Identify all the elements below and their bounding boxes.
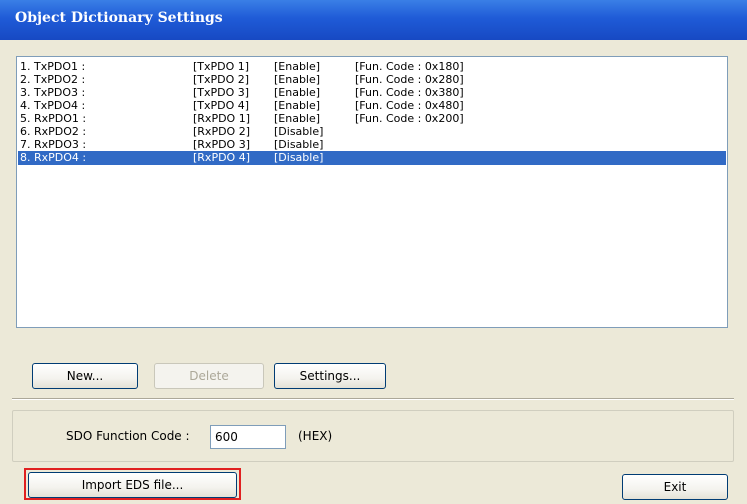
object-dictionary-settings-window: Object Dictionary Settings 1. TxPDO1 : […	[0, 0, 747, 504]
list-item-selected[interactable]: 8. RxPDO4 : [RxPDO 4] [Disable]	[18, 151, 726, 165]
pdo-entry-type: [TxPDO 2]	[193, 73, 250, 86]
pdo-entry-state: [Disable]	[274, 138, 324, 151]
list-item[interactable]: 7. RxPDO3 : [RxPDO 3] [Disable]	[18, 138, 726, 152]
pdo-entry-code: [Fun. Code : 0x380]	[355, 86, 464, 99]
list-item[interactable]: 3. TxPDO3 : [TxPDO 3] [Enable] [Fun. Cod…	[18, 86, 726, 100]
window-title: Object Dictionary Settings	[15, 10, 223, 26]
pdo-entry-name: 5. RxPDO1 :	[20, 112, 87, 125]
pdo-entry-name: 6. RxPDO2 :	[20, 125, 87, 138]
list-item[interactable]: 1. TxPDO1 : [TxPDO 1] [Enable] [Fun. Cod…	[18, 60, 726, 74]
pdo-entry-name: 3. TxPDO3 :	[20, 86, 86, 99]
title-bar[interactable]: Object Dictionary Settings	[0, 0, 747, 40]
pdo-entry-type: [RxPDO 3]	[193, 138, 250, 151]
pdo-entry-type: [RxPDO 1]	[193, 112, 250, 125]
pdo-entry-name: 4. TxPDO4 :	[20, 99, 86, 112]
delete-button[interactable]: Delete	[154, 363, 264, 389]
pdo-entry-state: [Enable]	[274, 73, 321, 86]
sdo-function-code-input[interactable]	[210, 425, 286, 449]
pdo-entry-state: [Disable]	[274, 125, 324, 138]
pdo-entry-state: [Enable]	[274, 112, 321, 125]
pdo-entry-state: [Enable]	[274, 60, 321, 73]
sdo-hex-unit-label: (HEX)	[298, 429, 333, 443]
pdo-entry-name: 2. TxPDO2 :	[20, 73, 86, 86]
exit-button[interactable]: Exit	[622, 474, 728, 500]
pdo-entry-state: [Disable]	[274, 151, 324, 164]
settings-button[interactable]: Settings...	[274, 363, 386, 389]
pdo-entry-state: [Enable]	[274, 99, 321, 112]
sdo-function-code-label: SDO Function Code :	[66, 429, 190, 443]
pdo-entry-code: [Fun. Code : 0x280]	[355, 73, 464, 86]
pdo-entry-name: 1. TxPDO1 :	[20, 60, 86, 73]
separator	[12, 398, 734, 400]
pdo-entry-name: 8. RxPDO4 :	[20, 151, 87, 164]
pdo-entry-code: [Fun. Code : 0x200]	[355, 112, 464, 125]
list-item[interactable]: 2. TxPDO2 : [TxPDO 2] [Enable] [Fun. Cod…	[18, 73, 726, 87]
pdo-entry-type: [TxPDO 3]	[193, 86, 250, 99]
pdo-entry-code: [Fun. Code : 0x480]	[355, 99, 464, 112]
new-button[interactable]: New...	[32, 363, 138, 389]
list-item[interactable]: 5. RxPDO1 : [RxPDO 1] [Enable] [Fun. Cod…	[18, 112, 726, 126]
pdo-entry-state: [Enable]	[274, 86, 321, 99]
pdo-entry-type: [TxPDO 4]	[193, 99, 250, 112]
pdo-entry-type: [TxPDO 1]	[193, 60, 250, 73]
pdo-entry-name: 7. RxPDO3 :	[20, 138, 87, 151]
pdo-entry-type: [RxPDO 4]	[193, 151, 250, 164]
pdo-entry-code: [Fun. Code : 0x180]	[355, 60, 464, 73]
list-item[interactable]: 4. TxPDO4 : [TxPDO 4] [Enable] [Fun. Cod…	[18, 99, 726, 113]
import-eds-button[interactable]: Import EDS file...	[28, 472, 237, 498]
list-item[interactable]: 6. RxPDO2 : [RxPDO 2] [Disable]	[18, 125, 726, 139]
pdo-listbox[interactable]: 1. TxPDO1 : [TxPDO 1] [Enable] [Fun. Cod…	[16, 56, 728, 328]
pdo-entry-type: [RxPDO 2]	[193, 125, 250, 138]
